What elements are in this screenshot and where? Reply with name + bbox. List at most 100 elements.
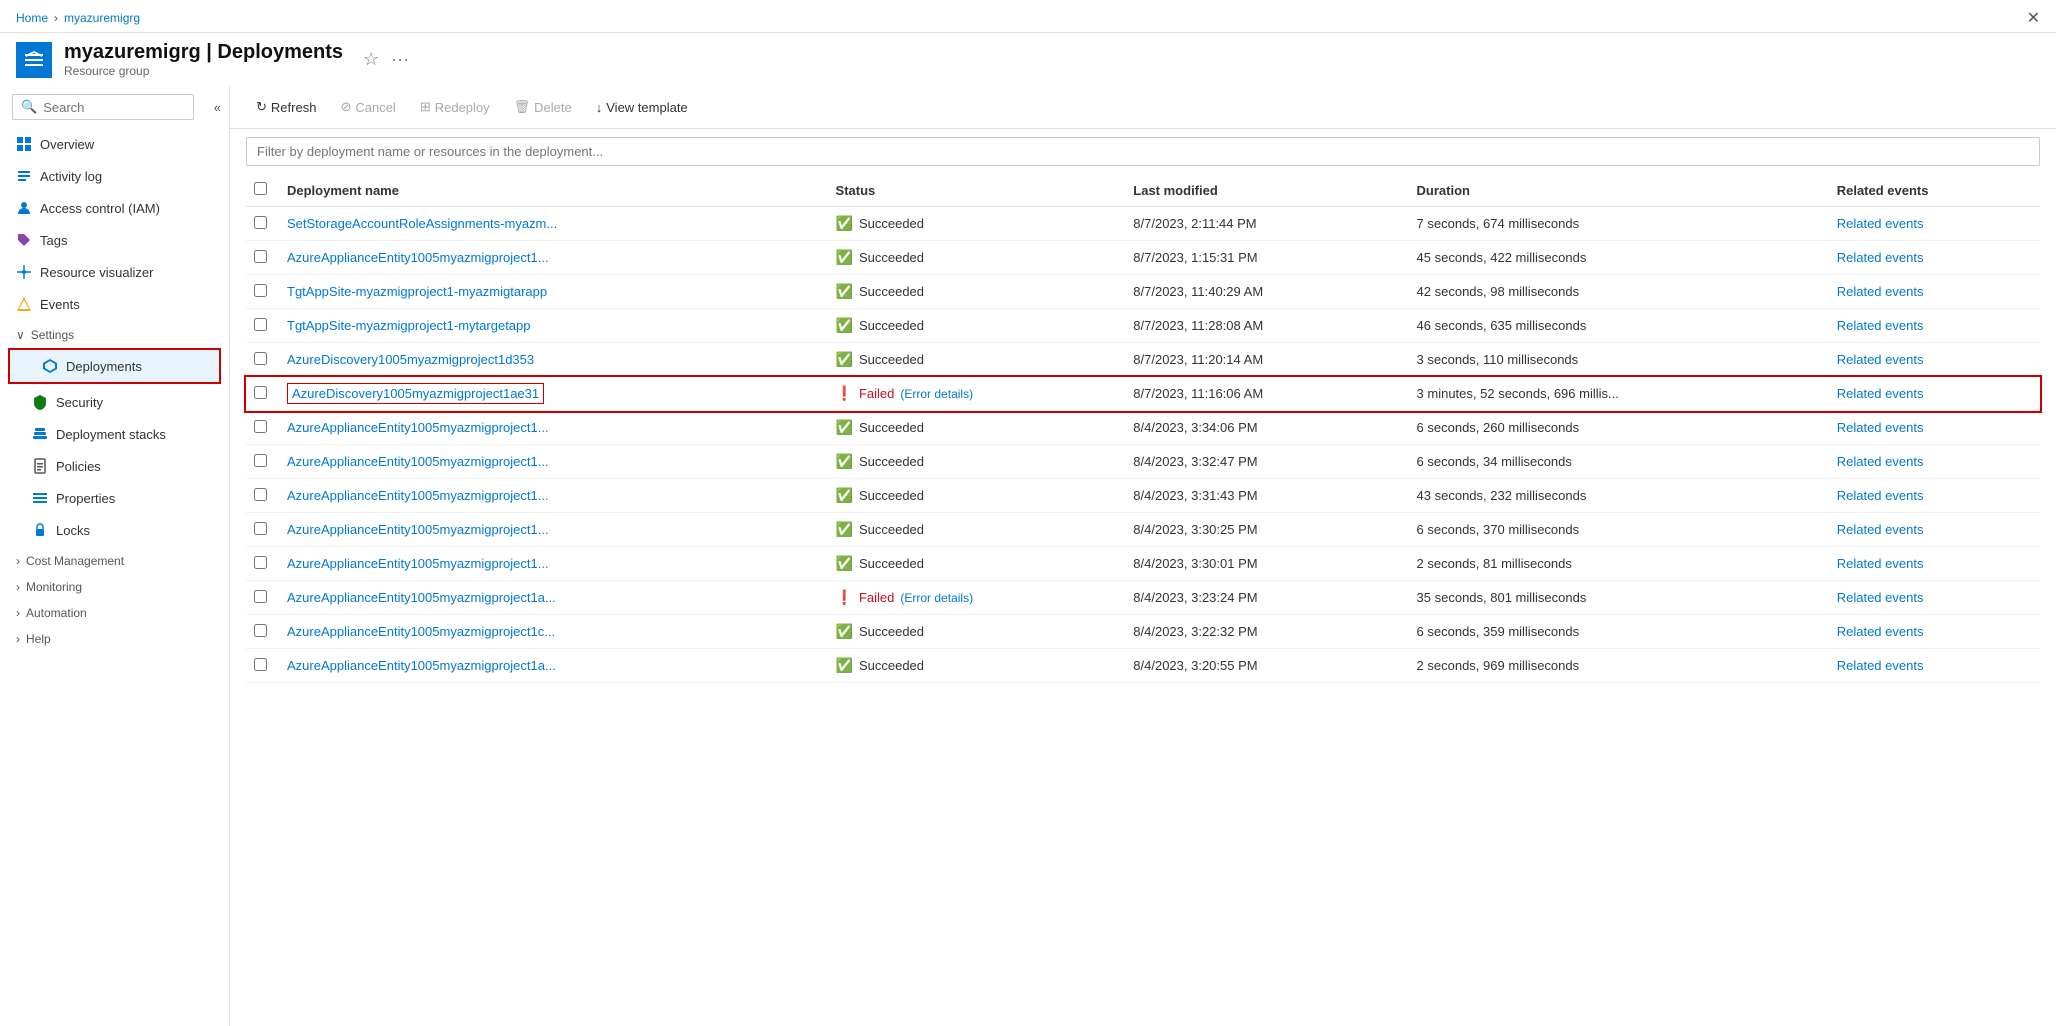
sidebar-item-tags[interactable]: Tags: [0, 224, 229, 256]
row-checkbox[interactable]: [254, 216, 267, 229]
sidebar-item-overview[interactable]: Overview: [0, 128, 229, 160]
row-checkbox[interactable]: [254, 250, 267, 263]
row-checkbox-cell: [246, 649, 279, 683]
row-checkbox[interactable]: [254, 318, 267, 331]
row-checkbox[interactable]: [254, 624, 267, 637]
sidebar-item-iam[interactable]: Access control (IAM): [0, 192, 229, 224]
row-checkbox-cell: [246, 411, 279, 445]
status-cell: ✅Succeeded: [828, 343, 1126, 377]
related-events-link[interactable]: Related events: [1837, 522, 1924, 537]
breadcrumb-resource[interactable]: myazuremigrg: [64, 11, 140, 25]
related-events-link[interactable]: Related events: [1837, 284, 1924, 299]
error-details-link[interactable]: (Error details): [900, 387, 973, 401]
more-options-icon[interactable]: ···: [391, 49, 409, 70]
table-row: AzureApplianceEntity1005myazmigproject1.…: [246, 445, 2040, 479]
deployment-name-link[interactable]: AzureApplianceEntity1005myazmigproject1.…: [287, 454, 549, 469]
status-cell: ✅Succeeded: [828, 649, 1126, 683]
deployment-name-link[interactable]: AzureDiscovery1005myazmigproject1d353: [287, 352, 534, 367]
deployment-name-link[interactable]: AzureApplianceEntity1005myazmigproject1.…: [287, 250, 549, 265]
row-checkbox[interactable]: [254, 284, 267, 297]
deployment-name-cell: AzureApplianceEntity1005myazmigproject1a…: [279, 581, 828, 615]
deployment-name-link[interactable]: AzureApplianceEntity1005myazmigproject1a…: [287, 590, 556, 605]
related-events-link[interactable]: Related events: [1837, 386, 1924, 401]
deployment-name-link[interactable]: AzureApplianceEntity1005myazmigproject1c…: [287, 624, 555, 639]
activity-log-icon: [16, 168, 32, 184]
select-all-checkbox[interactable]: [254, 182, 267, 195]
row-checkbox[interactable]: [254, 420, 267, 433]
last-modified-cell: 8/7/2023, 11:20:14 AM: [1125, 343, 1408, 377]
sidebar-item-security[interactable]: Security: [0, 386, 229, 418]
search-input[interactable]: [43, 100, 185, 115]
sidebar-item-activity-log[interactable]: Activity log: [0, 160, 229, 192]
row-checkbox[interactable]: [254, 522, 267, 535]
related-events-link[interactable]: Related events: [1837, 556, 1924, 571]
sidebar-item-deployments[interactable]: Deployments: [8, 348, 221, 384]
deployment-name-link[interactable]: AzureApplianceEntity1005myazmigproject1a…: [287, 658, 556, 673]
row-checkbox[interactable]: [254, 386, 267, 399]
settings-group-label: Settings: [31, 328, 74, 342]
sidebar-item-label: Access control (IAM): [40, 201, 160, 216]
related-events-link[interactable]: Related events: [1837, 590, 1924, 605]
row-checkbox[interactable]: [254, 488, 267, 501]
help-group[interactable]: › Help: [0, 624, 229, 650]
view-template-button[interactable]: ↓ View template: [586, 95, 698, 120]
deployment-name-link[interactable]: AzureApplianceEntity1005myazmigproject1.…: [287, 420, 549, 435]
deployment-name-link[interactable]: TgtAppSite-myazmigproject1-myazmigtarapp: [287, 284, 547, 299]
status-text: Succeeded: [859, 352, 924, 367]
automation-group[interactable]: › Automation: [0, 598, 229, 624]
related-events-link[interactable]: Related events: [1837, 352, 1924, 367]
sidebar-item-locks[interactable]: Locks: [0, 514, 229, 546]
deployment-name-link[interactable]: TgtAppSite-myazmigproject1-mytargetapp: [287, 318, 531, 333]
cancel-icon: ⊘: [340, 99, 351, 115]
cost-management-label: Cost Management: [26, 554, 124, 568]
deployment-name-link[interactable]: AzureApplianceEntity1005myazmigproject1.…: [287, 556, 549, 571]
refresh-button[interactable]: ↻ Refresh: [246, 94, 326, 120]
status-cell: ✅Succeeded: [828, 547, 1126, 581]
redeploy-button[interactable]: ⊞ Redeploy: [410, 94, 500, 120]
search-box[interactable]: 🔍: [12, 94, 194, 120]
related-events-cell: Related events: [1829, 207, 2040, 241]
success-icon: ✅: [836, 487, 853, 504]
row-checkbox[interactable]: [254, 352, 267, 365]
breadcrumb-home[interactable]: Home: [16, 11, 48, 25]
related-events-cell: Related events: [1829, 343, 2040, 377]
monitoring-group[interactable]: › Monitoring: [0, 572, 229, 598]
row-checkbox[interactable]: [254, 590, 267, 603]
related-events-link[interactable]: Related events: [1837, 658, 1924, 673]
deployment-name-link[interactable]: AzureApplianceEntity1005myazmigproject1.…: [287, 522, 549, 537]
related-events-link[interactable]: Related events: [1837, 624, 1924, 639]
related-events-cell: Related events: [1829, 275, 2040, 309]
related-events-link[interactable]: Related events: [1837, 488, 1924, 503]
related-events-link[interactable]: Related events: [1837, 454, 1924, 469]
sidebar-item-deployment-stacks[interactable]: Deployment stacks: [0, 418, 229, 450]
sidebar-item-policies[interactable]: Policies: [0, 450, 229, 482]
row-checkbox[interactable]: [254, 454, 267, 467]
sidebar-item-properties[interactable]: Properties: [0, 482, 229, 514]
delete-button[interactable]: 🗑 Delete: [504, 94, 582, 120]
related-events-link[interactable]: Related events: [1837, 420, 1924, 435]
filter-input[interactable]: [246, 137, 2040, 166]
related-events-link[interactable]: Related events: [1837, 250, 1924, 265]
sidebar-item-label: Tags: [40, 233, 67, 248]
deployment-name-cell: AzureApplianceEntity1005myazmigproject1.…: [279, 479, 828, 513]
last-modified-cell: 8/7/2023, 1:15:31 PM: [1125, 241, 1408, 275]
close-icon[interactable]: ✕: [2027, 8, 2040, 28]
deployment-name-link[interactable]: SetStorageAccountRoleAssignments-myazm..…: [287, 216, 557, 231]
cost-management-group[interactable]: › Cost Management: [0, 546, 229, 572]
deployment-name-link[interactable]: AzureDiscovery1005myazmigproject1ae31: [287, 383, 544, 404]
settings-group[interactable]: ∨ Settings: [0, 320, 229, 346]
related-events-link[interactable]: Related events: [1837, 318, 1924, 333]
error-details-link[interactable]: (Error details): [900, 591, 973, 605]
deployment-name-link[interactable]: AzureApplianceEntity1005myazmigproject1.…: [287, 488, 549, 503]
status-cell: ❗Failed (Error details): [828, 581, 1126, 615]
row-checkbox[interactable]: [254, 658, 267, 671]
row-checkbox[interactable]: [254, 556, 267, 569]
table-row: AzureApplianceEntity1005myazmigproject1.…: [246, 479, 2040, 513]
sidebar-item-events[interactable]: Events: [0, 288, 229, 320]
sidebar-item-visualizer[interactable]: Resource visualizer: [0, 256, 229, 288]
last-modified-cell: 8/4/2023, 3:30:25 PM: [1125, 513, 1408, 547]
collapse-icon[interactable]: «: [206, 92, 229, 123]
cancel-button[interactable]: ⊘ Cancel: [330, 94, 405, 120]
favorite-icon[interactable]: ☆: [363, 49, 379, 70]
related-events-link[interactable]: Related events: [1837, 216, 1924, 231]
